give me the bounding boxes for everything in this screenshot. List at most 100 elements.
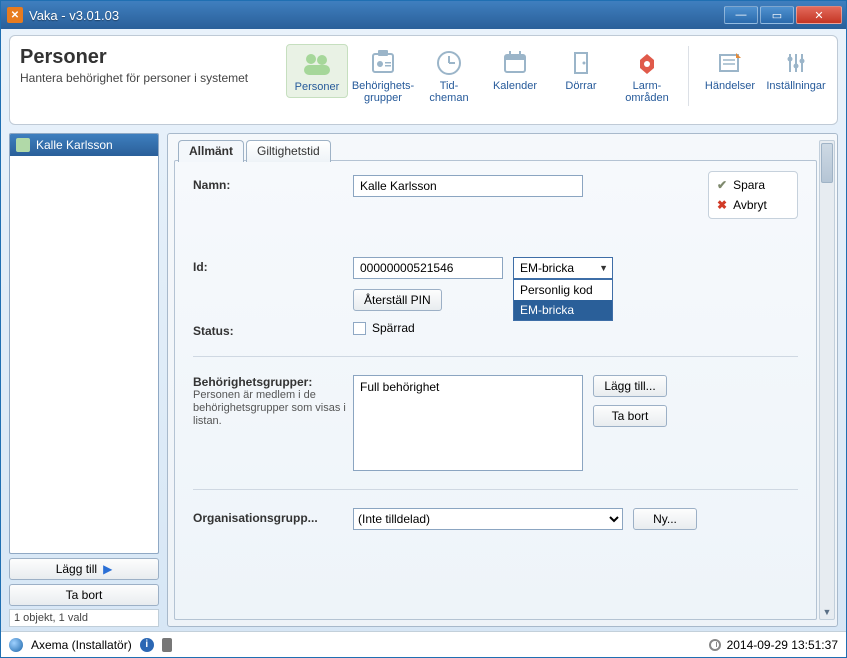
nav-label: Tid- cheman xyxy=(429,80,468,104)
nav-handelser[interactable]: Händelser xyxy=(699,44,761,96)
page-subtitle: Hantera behörighet för personer i system… xyxy=(20,71,248,85)
list-status: 1 objekt, 1 vald xyxy=(9,609,159,627)
nav-kalender[interactable]: Kalender xyxy=(484,44,546,96)
window-maximize-button[interactable]: ▭ xyxy=(760,6,794,24)
nav-personer[interactable]: Personer xyxy=(286,44,348,98)
button-label: Avbryt xyxy=(733,198,767,212)
remove-person-button[interactable]: Ta bort xyxy=(9,584,159,606)
id-type-option-selected[interactable]: EM-bricka xyxy=(514,300,612,320)
tab-allmant[interactable]: Allmänt xyxy=(178,140,244,162)
person-list[interactable]: Kalle Karlsson xyxy=(9,133,159,554)
nav-installningar[interactable]: Inställningar xyxy=(765,44,827,96)
group-remove-button[interactable]: Ta bort xyxy=(593,405,667,427)
group-item[interactable]: Full behörighet xyxy=(360,380,576,394)
window-title: Vaka - v3.01.03 xyxy=(29,8,724,23)
cross-icon: ✖ xyxy=(717,198,727,212)
nav-larmomraden[interactable]: Larm- områden xyxy=(616,44,678,108)
status-user: Axema (Installatör) xyxy=(31,638,132,652)
nav-label: Personer xyxy=(295,81,340,93)
nav-tidscheman[interactable]: Tid- cheman xyxy=(418,44,480,108)
person-name: Kalle Karlsson xyxy=(36,138,113,152)
door-icon xyxy=(564,48,598,78)
combo-value: EM-bricka xyxy=(520,261,574,275)
status-bar: Axema (Installatör) i 2014-09-29 13:51:3… xyxy=(1,631,846,657)
nav-label: Händelser xyxy=(705,80,755,92)
person-icon xyxy=(16,138,30,152)
check-icon: ✔ xyxy=(717,178,727,192)
window-close-button[interactable]: ✕ xyxy=(796,6,842,24)
blocked-label: Spärrad xyxy=(372,321,415,335)
id-type-dropdown[interactable]: Personlig kod EM-bricka xyxy=(513,279,613,321)
tab-label: Allmänt xyxy=(189,144,233,158)
person-list-panel: Kalle Karlsson Lägg till ▶ Ta bort 1 obj… xyxy=(9,133,159,627)
status-label: Status: xyxy=(193,321,353,338)
id-type-combobox[interactable]: EM-bricka ▼ xyxy=(513,257,613,279)
globe-icon xyxy=(9,638,23,652)
app-window: ✕ Vaka - v3.01.03 — ▭ ✕ Personer Hantera… xyxy=(0,0,847,658)
app-icon: ✕ xyxy=(7,7,23,23)
tab-label: Giltighetstid xyxy=(257,144,320,158)
reset-pin-button[interactable]: Återställ PIN xyxy=(353,289,442,311)
button-label: Ta bort xyxy=(612,409,649,423)
detail-panel: Allmänt Giltighetstid ▲ ▼ Namn: ✔ xyxy=(167,133,838,627)
scroll-thumb[interactable] xyxy=(821,143,833,183)
group-add-button[interactable]: Lägg till... xyxy=(593,375,667,397)
org-group-select[interactable]: (Inte tilldelad) xyxy=(353,508,623,530)
ribbon: Personer Hantera behörighet för personer… xyxy=(9,35,838,125)
id-label: Id: xyxy=(193,257,353,274)
name-label: Namn: xyxy=(193,175,353,192)
tab-giltighetstid[interactable]: Giltighetstid xyxy=(246,140,331,162)
people-icon xyxy=(300,49,334,79)
alarm-icon xyxy=(630,48,664,78)
option-label: Personlig kod xyxy=(520,283,593,297)
button-label: Återställ PIN xyxy=(364,293,431,307)
button-label: Lägg till xyxy=(56,562,97,576)
nav-label: Kalender xyxy=(493,80,537,92)
org-new-button[interactable]: Ny... xyxy=(633,508,697,530)
play-icon: ▶ xyxy=(103,562,112,576)
badge-icon xyxy=(366,48,400,78)
divider xyxy=(193,489,798,490)
clock-icon xyxy=(709,639,721,651)
database-icon[interactable] xyxy=(162,638,172,652)
id-input[interactable] xyxy=(353,257,503,279)
nav-label: Inställningar xyxy=(766,80,825,92)
title-bar: ✕ Vaka - v3.01.03 — ▭ ✕ xyxy=(1,1,846,29)
window-minimize-button[interactable]: — xyxy=(724,6,758,24)
settings-icon xyxy=(779,48,813,78)
nav-behorighetsgrupper[interactable]: Behörighets- grupper xyxy=(352,44,414,108)
nav-label: Larm- områden xyxy=(625,80,668,104)
scroll-down-arrow[interactable]: ▼ xyxy=(820,605,834,619)
button-label: Spara xyxy=(733,178,765,192)
blocked-checkbox[interactable] xyxy=(353,322,366,335)
tab-page-allmant: Namn: ✔ Spara ✖ Avbryt xyxy=(174,160,817,620)
events-icon xyxy=(713,48,747,78)
person-list-item-selected[interactable]: Kalle Karlsson xyxy=(10,134,158,156)
button-label: Ta bort xyxy=(66,588,103,602)
id-type-option[interactable]: Personlig kod xyxy=(514,280,612,300)
content-area: Kalle Karlsson Lägg till ▶ Ta bort 1 obj… xyxy=(9,133,838,627)
chevron-down-icon: ▼ xyxy=(599,263,608,273)
nav-label: Behörighets- grupper xyxy=(352,80,414,104)
nav-dorrar[interactable]: Dörrar xyxy=(550,44,612,96)
info-icon[interactable]: i xyxy=(140,638,154,652)
button-label: Ny... xyxy=(653,512,677,526)
groups-label: Behörighetsgrupper: xyxy=(193,375,353,389)
name-input[interactable] xyxy=(353,175,583,197)
vertical-scrollbar[interactable]: ▲ ▼ xyxy=(819,140,835,620)
button-label: Lägg till... xyxy=(604,379,655,393)
add-person-button[interactable]: Lägg till ▶ xyxy=(9,558,159,580)
calendar-icon xyxy=(498,48,532,78)
save-button[interactable]: ✔ Spara xyxy=(717,178,789,192)
option-label: EM-bricka xyxy=(520,303,574,317)
status-datetime: 2014-09-29 13:51:37 xyxy=(727,638,838,652)
ribbon-divider xyxy=(688,46,689,106)
clock-icon xyxy=(432,48,466,78)
page-title: Personer xyxy=(20,46,248,69)
groups-listbox[interactable]: Full behörighet xyxy=(353,375,583,471)
groups-help: Personen är medlem i de behörighetsgrupp… xyxy=(193,389,353,428)
cancel-button[interactable]: ✖ Avbryt xyxy=(717,198,789,212)
action-box: ✔ Spara ✖ Avbryt xyxy=(708,171,798,219)
divider xyxy=(193,356,798,357)
nav-label: Dörrar xyxy=(565,80,596,92)
